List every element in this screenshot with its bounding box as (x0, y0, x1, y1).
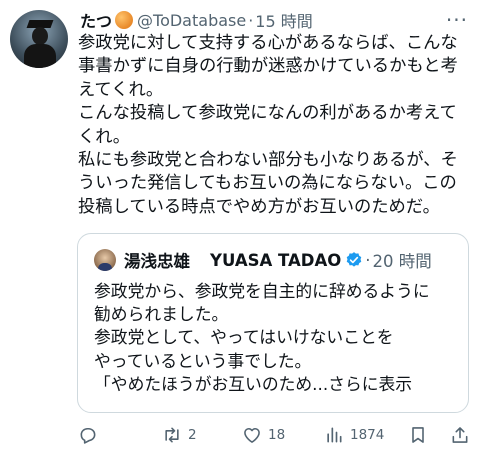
quoted-timestamp: 20 時間 (372, 252, 432, 271)
quoted-author-avatar (94, 249, 116, 271)
tweet-text-line: 参政党に対して支持する心があるならば、こんな (78, 33, 458, 53)
tweet-action-bar: 2 18 1874 (78, 422, 470, 448)
separator-dot: · (248, 10, 254, 30)
tweet-text: 参政党に対して支持する心があるならば、こんな 事書かずに自身の行動が迷惑かけてい… (78, 32, 470, 219)
quoted-tweet-text: 参政党から、参政党を自主的に辞めるように 勧められました。 参政党として、やって… (94, 280, 430, 396)
share-button[interactable] (450, 422, 470, 448)
heart-icon (244, 427, 260, 443)
verified-badge-icon (346, 252, 362, 267)
avatar-body (24, 44, 56, 68)
quoted-text-last-line: 「やめたほうがお互いのため...さらに表示 (94, 373, 430, 396)
tweet-header: たつ @ToDatabase · 15 時間 ··· (80, 8, 470, 32)
tweet-timestamp[interactable]: 15 時間 (255, 8, 312, 32)
quoted-separator-dot: · (365, 250, 371, 270)
quoted-author-name-ja: 湯浅忠雄 (124, 252, 190, 271)
quoted-text-truncated: 「やめたほうがお互いのため... (94, 373, 329, 394)
views-count: 1874 (350, 427, 385, 443)
tweet-text-line: えてくれ。 (78, 79, 164, 100)
bookmark-button[interactable] (408, 422, 428, 448)
quoted-tweet-card[interactable]: 湯浅忠雄 YUASA TADAO · 20 時間 参政党から、参政党を自主的に辞… (77, 233, 469, 413)
tweet-text-line: 投稿している時点でやめ方がお互いのためだ。 (78, 196, 440, 217)
quoted-text-line: 参政党として、やってはいけないことを (94, 327, 394, 348)
tweet-text-line: 事書かずに自身の行動が迷惑かけているかもと考 (78, 56, 458, 77)
quoted-author-name-en: YUASA TADAO (210, 250, 342, 270)
share-icon (452, 427, 468, 443)
quoted-text-line: 勧められました。 (94, 304, 229, 325)
tweet-text-line: ういった発信してもお互いの為にならない。この (78, 173, 457, 194)
tweet-text-line: こんな投稿して参政党になんの利があるか考えて (78, 103, 457, 124)
more-options-icon[interactable]: ··· (446, 8, 468, 32)
avatar-head (32, 27, 48, 45)
retweet-button[interactable]: 2 (162, 422, 197, 448)
orange-circle-emoji-icon (115, 11, 134, 29)
show-more-link[interactable]: さらに表示 (328, 374, 412, 394)
retweet-icon (165, 427, 179, 443)
tweet-text-line: 私にも参政党と合わない部分も小なりあるが、そ (78, 150, 458, 171)
reply-button[interactable] (78, 422, 98, 448)
views-icon (327, 427, 342, 443)
like-count: 18 (268, 427, 286, 443)
author-avatar[interactable] (10, 10, 68, 68)
reply-icon (80, 427, 96, 444)
quoted-tweet-header: 湯浅忠雄 YUASA TADAO · 20 時間 (94, 248, 432, 272)
views-button[interactable]: 1874 (324, 422, 384, 448)
like-button[interactable]: 18 (242, 422, 285, 448)
bookmark-icon (412, 427, 424, 443)
tweet-text-line: くれ。 (78, 126, 131, 147)
quoted-text-line: 参政党から、参政党を自主的に辞めるように (94, 281, 430, 301)
quoted-text-line: やっているという事でした。 (94, 350, 312, 371)
author-name[interactable]: たつ (80, 8, 112, 32)
author-handle[interactable]: @ToDatabase (137, 11, 246, 30)
retweet-count: 2 (188, 427, 197, 443)
